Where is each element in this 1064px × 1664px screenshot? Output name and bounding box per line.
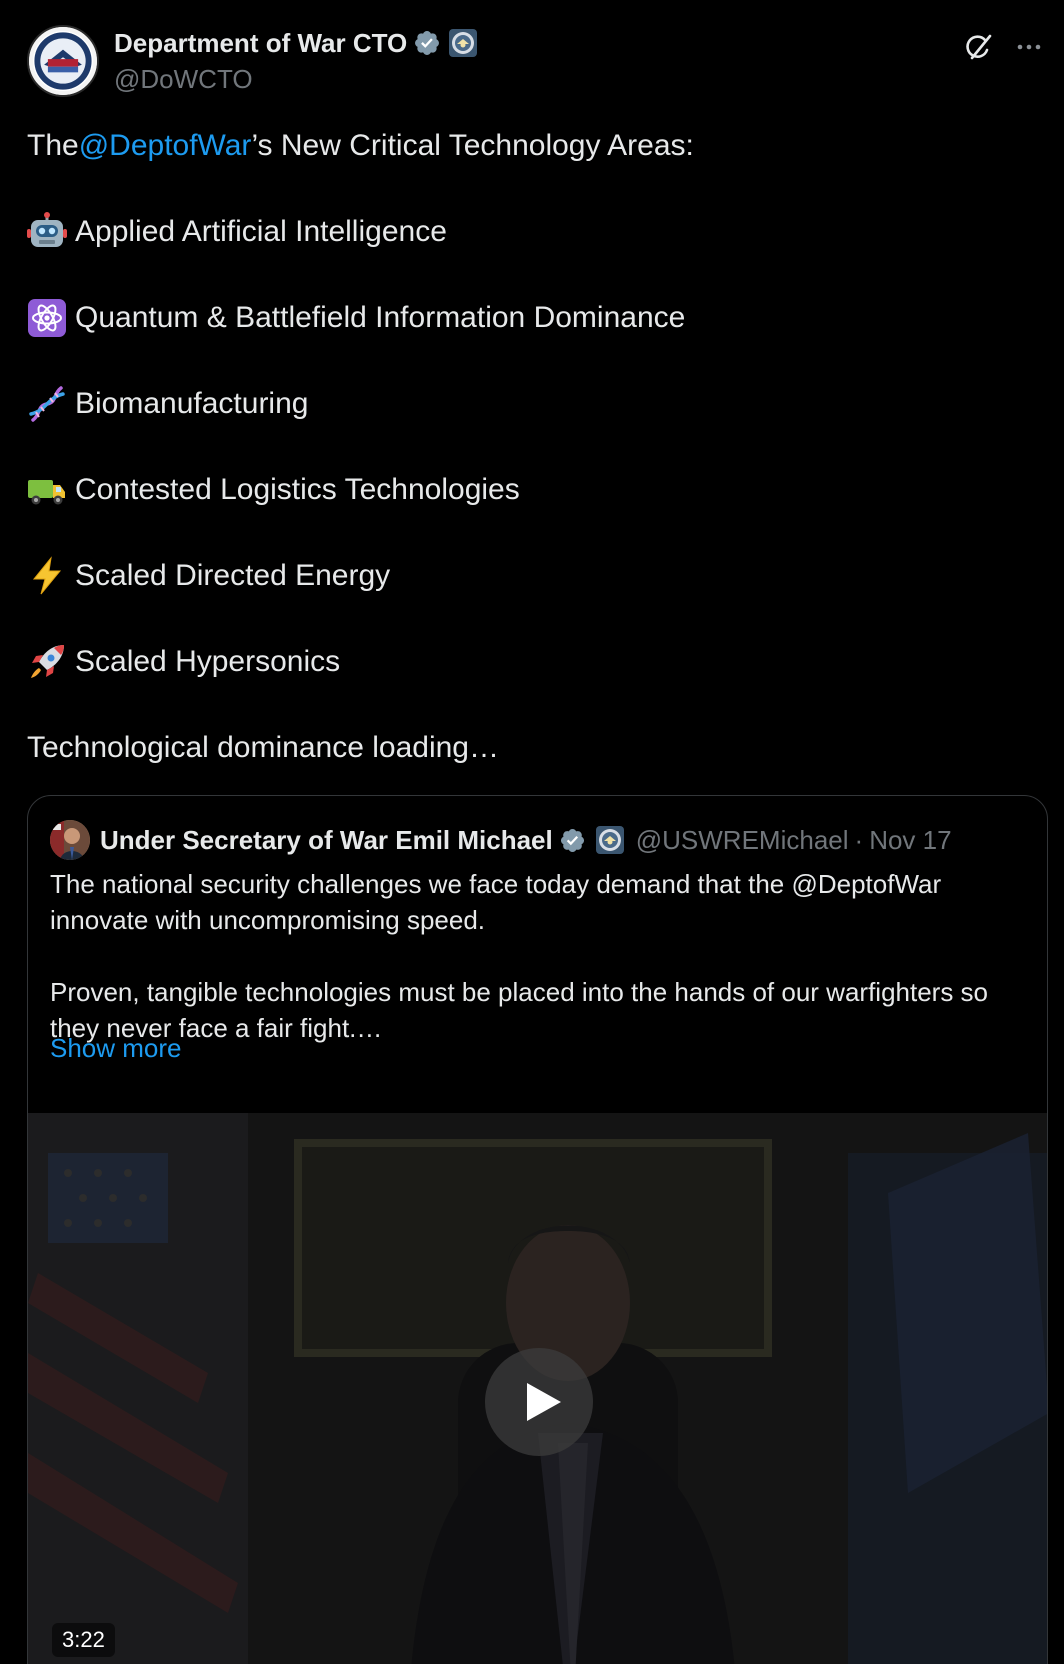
author-avatar[interactable] bbox=[27, 25, 99, 97]
closing-text: Technological dominance loading… bbox=[27, 731, 499, 764]
lightning-emoji-icon bbox=[27, 556, 67, 596]
list-item-label: Applied Artificial Intelligence bbox=[75, 215, 447, 248]
list-item: Biomanufacturing bbox=[27, 384, 1027, 424]
quoted-post-header: Under Secretary of War Emil Michael @USW… bbox=[50, 818, 952, 862]
grok-icon[interactable] bbox=[961, 29, 997, 65]
quoted-paragraph: Proven, tangible technologies must be pl… bbox=[50, 977, 989, 1043]
video-player[interactable]: 3:22 bbox=[28, 1113, 1047, 1664]
list-item-label: Biomanufacturing bbox=[75, 387, 309, 420]
rocket-emoji-icon bbox=[27, 642, 67, 682]
dow-seal-icon[interactable] bbox=[449, 29, 478, 57]
video-duration-badge: 3:22 bbox=[52, 1623, 115, 1657]
list-item: Scaled Hypersonics bbox=[27, 642, 1027, 682]
quoted-author-display-name[interactable]: Under Secretary of War Emil Michael bbox=[100, 825, 553, 856]
show-more-link[interactable]: Show more bbox=[50, 1030, 182, 1066]
list-item-label: Scaled Directed Energy bbox=[75, 559, 391, 592]
intro-suffix: ’s New Critical Technology Areas: bbox=[251, 129, 694, 162]
list-item-label: Contested Logistics Technologies bbox=[75, 473, 520, 506]
more-icon[interactable] bbox=[1011, 29, 1047, 65]
dow-seal-icon[interactable] bbox=[595, 826, 624, 854]
intro-prefix: The bbox=[27, 129, 79, 162]
quoted-post-card[interactable]: Under Secretary of War Emil Michael @USW… bbox=[27, 795, 1048, 1664]
author-handle[interactable]: @DoWCTO bbox=[114, 61, 477, 97]
post-text: The @DeptofWar’s New Critical Technology… bbox=[27, 126, 1027, 814]
post-intro: The @DeptofWar’s New Critical Technology… bbox=[27, 126, 1027, 166]
truck-emoji-icon bbox=[27, 470, 67, 510]
robot-emoji-icon bbox=[27, 212, 67, 252]
atom-emoji-icon bbox=[27, 298, 67, 338]
post-closing-line: Technological dominance loading… bbox=[27, 728, 1027, 768]
verified-badge-icon[interactable] bbox=[413, 29, 441, 57]
list-item: Contested Logistics Technologies bbox=[27, 470, 1027, 510]
verified-badge-icon[interactable] bbox=[559, 827, 586, 854]
dot-separator: · bbox=[854, 824, 864, 855]
list-item-label: Quantum & Battlefield Information Domina… bbox=[75, 301, 686, 334]
quoted-author-avatar[interactable] bbox=[50, 820, 90, 860]
quoted-post-date[interactable]: Nov 17 bbox=[869, 825, 951, 856]
quoted-paragraph: The national security challenges we face… bbox=[50, 869, 942, 935]
list-item: Applied Artificial Intelligence bbox=[27, 212, 1027, 252]
play-icon[interactable] bbox=[485, 1348, 593, 1456]
quoted-post-text: The national security challenges we face… bbox=[50, 866, 1030, 1046]
list-item: Quantum & Battlefield Information Domina… bbox=[27, 298, 1027, 338]
author-display-name[interactable]: Department of War CTO bbox=[114, 28, 407, 59]
quoted-author-handle[interactable]: @USWREMichael bbox=[636, 825, 849, 856]
mention-link[interactable]: @DeptofWar bbox=[79, 126, 252, 166]
list-item: Scaled Directed Energy bbox=[27, 556, 1027, 596]
list-item-label: Scaled Hypersonics bbox=[75, 645, 341, 678]
dna-emoji-icon bbox=[27, 384, 67, 424]
post-header: Department of War CTO @DoWCTO bbox=[27, 25, 1047, 97]
